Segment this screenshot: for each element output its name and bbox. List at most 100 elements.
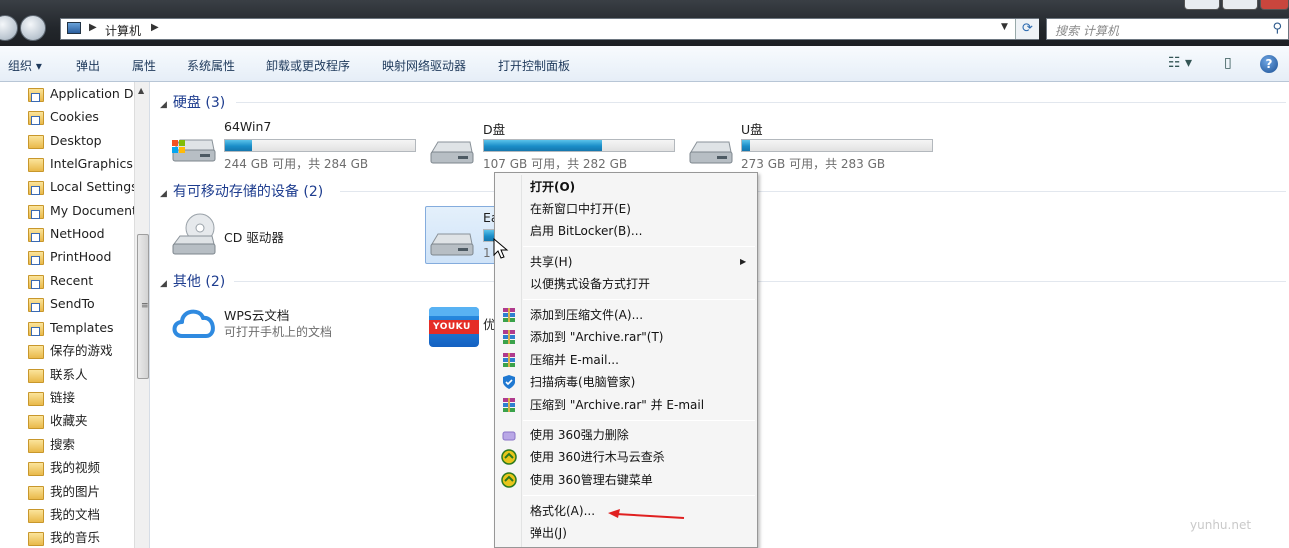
sidebar-item[interactable]: Templates [28,317,138,339]
sidebar-item[interactable]: PrintHood [28,246,138,268]
hard-drive-icon[interactable] [428,138,474,166]
system-properties-button[interactable]: 系统属性 [187,57,235,74]
menu-item-360-manage[interactable]: 使用 360管理右键菜单 [530,470,653,490]
folder-icon [28,344,44,359]
folder-icon [28,134,44,149]
sidebar-item[interactable]: Recent [28,270,138,292]
sidebar-item[interactable]: 我的文档 [28,504,138,526]
menu-item-open-new-window[interactable]: 在新窗口中打开(E) [530,199,631,219]
menu-item-add-archive[interactable]: 添加到压缩文件(A)... [530,305,643,325]
address-bar[interactable]: ▶ 计算机 ▶ ▼ [60,18,1039,40]
address-dropdown-icon[interactable]: ▼ [1001,22,1008,32]
sidebar-item[interactable]: 保存的游戏 [28,340,138,362]
organize-button[interactable]: 组织 ▾ [8,57,42,74]
winrar-icon [503,353,515,367]
properties-button[interactable]: 属性 [132,57,156,74]
sidebar-item[interactable]: 链接 [28,387,138,409]
sidebar-item[interactable]: 我的音乐 [28,527,138,548]
eject-button[interactable]: 弹出 [76,57,100,74]
view-options-icon[interactable]: ☷ ▾ [1168,55,1192,71]
folder-icon [28,157,44,172]
windows-drive-icon[interactable] [170,136,216,164]
sidebar-item[interactable]: NetHood [28,223,138,245]
sidebar-item[interactable]: My Documents [28,200,138,222]
menu-item-compress-email[interactable]: 压缩并 E-mail... [530,350,619,370]
chevron-right-icon[interactable]: ▶ [151,22,159,33]
forward-button[interactable] [20,15,46,41]
folder-shortcut-icon [28,250,44,265]
sidebar-item[interactable]: 收藏夹 [28,410,138,432]
close-button[interactable] [1260,0,1289,10]
search-input[interactable]: 搜索 计算机 ⚲ [1046,18,1289,40]
youku-logo-text: YOUKU [433,322,471,332]
uninstall-program-button[interactable]: 卸载或更改程序 [266,57,350,74]
map-network-drive-button[interactable]: 映射网络驱动器 [382,57,466,74]
drive-usage-bar [483,139,675,152]
chevron-right-icon[interactable]: ▶ [89,22,97,33]
folder-icon [28,391,44,406]
drive-name[interactable]: 64Win7 [224,119,271,134]
menu-separator [523,299,755,300]
menu-separator [523,246,755,247]
back-button[interactable] [0,15,18,41]
submenu-arrow-icon: ▶ [740,257,747,266]
menu-item-add-archive-rar[interactable]: 添加到 "Archive.rar"(T) [530,327,663,347]
drive-usage-fill [225,140,252,151]
menu-item-format[interactable]: 格式化(A)... [530,501,595,521]
cd-drive-icon[interactable] [170,212,216,258]
hard-drive-icon[interactable] [687,138,733,166]
collapse-icon[interactable]: ◢ [160,189,167,199]
menu-item-scan-virus[interactable]: 扫描病毒(电脑管家) [530,372,635,392]
group-header-other[interactable]: ◢ 其他 (2) [160,271,225,291]
folder-shortcut-icon [28,227,44,242]
menu-item-portable-device[interactable]: 以便携式设备方式打开 [530,274,650,294]
eraser-icon [502,431,516,441]
search-icon[interactable]: ⚲ [1272,21,1282,36]
drive-name[interactable]: D盘 [483,119,505,138]
youku-icon[interactable]: YOUKU [429,307,479,347]
menu-item-eject[interactable]: 弹出(J) [530,523,567,543]
sidebar-item[interactable]: Application D [28,83,138,105]
wps-cloud-name[interactable]: WPS云文档 [224,305,289,324]
maximize-button[interactable] [1222,0,1258,10]
sidebar-item[interactable]: SendTo [28,293,138,315]
minimize-button[interactable] [1184,0,1220,10]
folder-icon [28,485,44,500]
wps-cloud-icon[interactable] [170,304,218,340]
menu-item-share[interactable]: 共享(H) [530,252,572,272]
menu-item-compress-rar-email[interactable]: 压缩到 "Archive.rar" 并 E-mail [530,395,704,415]
help-icon[interactable]: ? [1260,55,1278,73]
refresh-button[interactable]: ⟳ [1015,19,1039,39]
menu-separator [523,420,755,421]
collapse-icon[interactable]: ◢ [160,100,167,110]
menu-item-open[interactable]: 打开(O) [530,177,575,197]
scroll-up-icon[interactable]: ▲ [138,86,144,95]
sidebar-item[interactable]: 我的视频 [28,457,138,479]
menu-item-bitlocker[interactable]: 启用 BitLocker(B)... [530,221,642,241]
drive-usage-fill [742,140,750,151]
sidebar-item[interactable]: 联系人 [28,364,138,386]
sidebar-item[interactable]: Local Settings [28,176,138,198]
group-header-removable[interactable]: ◢ 有可移动存储的设备 (2) [160,181,323,201]
sidebar-item[interactable]: IntelGraphicsP [28,153,138,175]
collapse-icon[interactable]: ◢ [160,279,167,289]
removable-drive-icon[interactable] [428,230,474,258]
group-header-hdd[interactable]: ◢ 硬盘 (3) [160,92,225,112]
open-control-panel-button[interactable]: 打开控制面板 [498,57,570,74]
preview-pane-icon[interactable]: ▯ [1224,55,1232,71]
sidebar-item[interactable]: Cookies [28,106,138,128]
folder-shortcut-icon [28,274,44,289]
sidebar-scrollbar[interactable]: ▲ ≡ [134,82,149,548]
breadcrumb-computer[interactable]: 计算机 [105,22,141,39]
360-security-icon [501,472,517,488]
scrollbar-thumb[interactable]: ≡ [137,234,149,379]
sidebar-item[interactable]: Desktop [28,130,138,152]
sidebar-item[interactable]: 我的图片 [28,481,138,503]
drive-space-info: 107 GB 可用，共 282 GB [483,157,628,171]
menu-item-360-delete[interactable]: 使用 360强力删除 [530,425,629,445]
menu-item-360-scan[interactable]: 使用 360进行木马云查杀 [530,447,665,467]
drive-name[interactable]: U盘 [741,119,763,138]
refresh-icon: ⟳ [1022,21,1033,36]
cd-drive-label[interactable]: CD 驱动器 [224,227,284,246]
sidebar-item[interactable]: 搜索 [28,434,138,456]
